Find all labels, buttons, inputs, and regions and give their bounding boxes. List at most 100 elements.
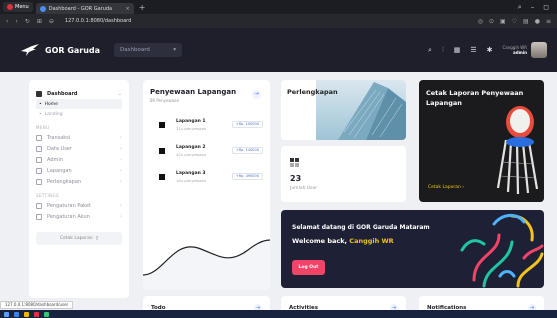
chart-icon[interactable]: ⫶: [442, 46, 444, 55]
grid-icon[interactable]: ▦: [454, 46, 461, 54]
court-bullet-icon: [159, 122, 165, 128]
welcome-back-prefix: Welcome back,: [292, 237, 350, 245]
chevron-right-icon: ›: [120, 134, 122, 141]
taskbar-browser-icon[interactable]: [34, 311, 39, 317]
menu-label: Menu: [15, 4, 29, 10]
user-icon: [36, 145, 42, 152]
sidebar-item-label: Perlengkapan: [47, 178, 82, 185]
court-name: Lapangan 1: [176, 119, 206, 124]
rental-wave-graphic: [143, 239, 270, 290]
user-info: Canggih WR admin: [502, 45, 527, 55]
maximize-icon[interactable]: ◻: [543, 3, 549, 12]
chevron-down-icon: ▾: [173, 47, 177, 53]
print-report-link[interactable]: Cetak Laporan ›: [428, 185, 464, 190]
taskbar-app-icon[interactable]: [44, 311, 49, 317]
search-icon[interactable]: ⌕: [428, 46, 432, 55]
sidebar-item-label: Pengaturan Paket: [47, 202, 91, 209]
vpn-icon[interactable]: ◎: [478, 18, 483, 25]
taskbar-app-icon[interactable]: [14, 311, 19, 317]
equipment-card[interactable]: Perlengkapan: [281, 80, 406, 140]
equipment-title: Perlengkapan: [287, 88, 338, 96]
chevron-right-icon: ›: [120, 145, 122, 152]
court-bullet-icon: [159, 148, 165, 154]
print-report-button[interactable]: Cetak Laporan ▯: [36, 232, 122, 245]
browser-tabbar: Menu Dashboard - GOR Garuda × + ⌕ – ◻: [0, 0, 557, 14]
sidebar-item-data-user[interactable]: Data User ›: [36, 143, 122, 154]
logout-button[interactable]: Log Out: [292, 260, 325, 275]
sidebar-item-dashboard[interactable]: Dashboard ⌄: [36, 88, 122, 99]
snapshot-icon[interactable]: ⊙: [489, 18, 494, 25]
court-price-badge: +Rp. 490000: [231, 173, 263, 180]
brand-name: GOR Garuda: [45, 45, 101, 55]
window-controls: ⌕ – ◻: [518, 3, 557, 12]
reload-icon[interactable]: ↻: [25, 18, 30, 25]
abstract-lines-illustration: [460, 214, 544, 288]
shield-icon[interactable]: ▣: [500, 18, 506, 25]
user-menu[interactable]: Canggih WR admin: [502, 42, 547, 58]
sidebar-item-label: Dashboard: [47, 90, 78, 97]
address-bar: ‹ › ↻ ⊞ ⊖ 127.0.0.1:8080/dashboard ◎ ⊙ ▣…: [0, 14, 557, 28]
sidebar-item-transaksi[interactable]: Transaksi ›: [36, 132, 122, 143]
sidebar-item-pengaturan-akun[interactable]: Pengaturan Akun ›: [36, 211, 122, 222]
sidebar-item-pengaturan-paket[interactable]: Pengaturan Paket ›: [36, 200, 122, 211]
list-icon[interactable]: ☰: [470, 46, 476, 54]
court-count: 16x penyewaan: [176, 178, 207, 183]
sidebar-section-settings: SETTINGS: [36, 193, 59, 198]
sidebar-item-lapangan[interactable]: Lapangan ›: [36, 165, 122, 176]
url-field[interactable]: 127.0.0.1:8080/dashboard: [65, 18, 131, 24]
welcome-message: Selamat datang di GOR Garuda Mataram: [292, 224, 430, 231]
chevron-right-icon: ›: [120, 178, 122, 185]
app-header: GOR Garuda Dashboard ▾ ⌕ ⫶ ▦ ☰ ✱ Canggih…: [0, 28, 557, 72]
sidebar-subitem-home[interactable]: • Home: [36, 99, 122, 109]
chevron-right-icon: ›: [120, 213, 122, 220]
avatar[interactable]: [531, 42, 547, 58]
chevron-right-icon: ›: [120, 202, 122, 209]
bullet-icon: •: [39, 101, 42, 107]
opera-logo-icon: [7, 4, 13, 10]
print-report-title: Cetak Laporan Penyewaan Lapangan: [426, 89, 524, 107]
search-tabs-icon[interactable]: ⌕: [518, 3, 522, 12]
user-count-card[interactable]: 23 Jumlah User: [281, 146, 406, 202]
welcome-card: Selamat datang di GOR Garuda Mataram Wel…: [281, 210, 544, 288]
arrow-right-icon[interactable]: ⇥: [252, 90, 261, 99]
start-icon[interactable]: [4, 311, 9, 317]
wallet-icon[interactable]: ▤: [523, 18, 529, 25]
sidebar-item-admin[interactable]: Admin ›: [36, 154, 122, 165]
sidebar-item-label: Lapangan: [47, 167, 72, 174]
user-role: admin: [513, 50, 527, 55]
court-price-badge: +Rp. 140000: [231, 147, 263, 154]
sidebar-subitem-label: Landing: [44, 111, 63, 117]
tab-title: Dashboard - GOR Garuda: [48, 5, 113, 12]
court-price-badge: +Rp. 100000: [231, 121, 263, 128]
heart-icon[interactable]: ♡: [512, 18, 517, 25]
sidebar-item-perlengkapan[interactable]: Perlengkapan ›: [36, 176, 122, 187]
rental-card: Penyewaan Lapangan 89 Penyewaan ⇥ Lapang…: [143, 80, 270, 290]
forward-icon[interactable]: ›: [15, 18, 17, 25]
new-tab-button[interactable]: +: [139, 3, 146, 12]
grid-icon: [290, 158, 299, 167]
document-icon: ▯: [95, 236, 99, 241]
court-name: Lapangan 2: [176, 145, 206, 150]
sidebar-item-label: Transaksi: [47, 134, 71, 141]
list-item: Lapangan 2 42x penyewaan +Rp. 140000: [159, 143, 263, 161]
site-info-icon[interactable]: ⊖: [49, 18, 54, 25]
user-count-label: Jumlah User: [290, 186, 318, 191]
welcome-back-message: Welcome back, Canggih WR: [292, 237, 394, 245]
back-icon[interactable]: ‹: [6, 18, 8, 25]
court-count: 31x penyewaan: [176, 126, 207, 131]
taskbar-folder-icon[interactable]: [24, 311, 29, 317]
profile-icon[interactable]: ●: [535, 18, 540, 25]
list-item: Lapangan 1 31x penyewaan +Rp. 100000: [159, 117, 263, 135]
admin-icon: [36, 156, 42, 163]
print-report-label: Cetak Laporan: [59, 236, 93, 241]
speed-dial-icon[interactable]: ⊞: [37, 18, 42, 25]
browser-tab[interactable]: Dashboard - GOR Garuda ×: [35, 3, 134, 14]
dashboard-select[interactable]: Dashboard ▾: [114, 43, 183, 57]
browser-menu-button[interactable]: Menu: [3, 2, 33, 12]
minimize-icon[interactable]: –: [531, 3, 535, 12]
settings-icon[interactable]: ✱: [487, 46, 493, 54]
sidebar-subitem-landing[interactable]: • Landing: [36, 109, 122, 119]
more-icon[interactable]: ≡: [546, 18, 551, 25]
tab-close-icon[interactable]: ×: [126, 6, 130, 12]
package-icon: [36, 202, 42, 209]
